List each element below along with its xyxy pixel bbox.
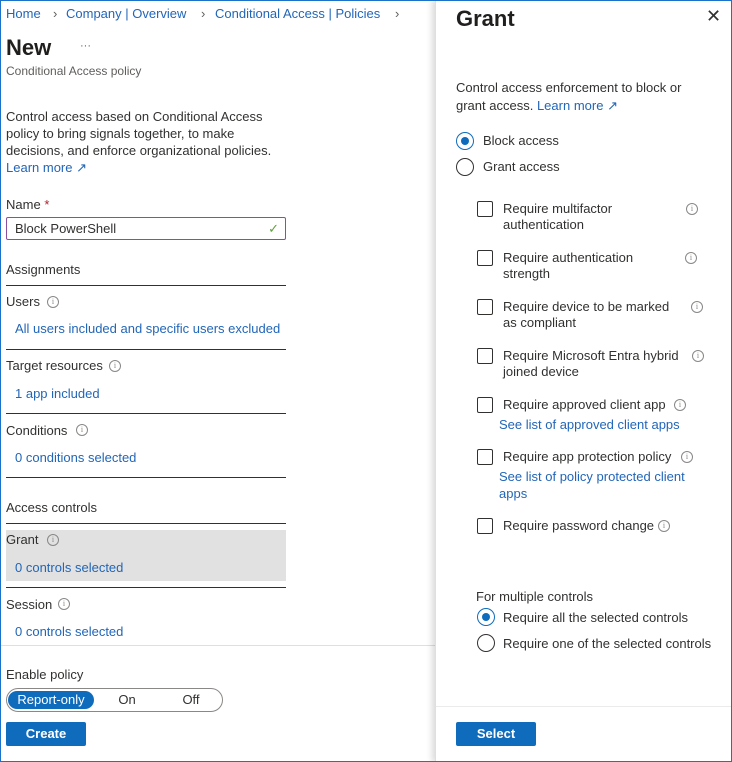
- option-off[interactable]: Off: [171, 691, 211, 709]
- more-options-button[interactable]: ···: [80, 38, 91, 55]
- users-label: Users: [6, 294, 40, 309]
- compliant-device-checkbox[interactable]: [477, 299, 493, 315]
- enable-policy-toggle: Report-only On Off: [6, 688, 223, 712]
- name-input[interactable]: Block PowerShell ✓: [6, 217, 286, 240]
- learn-more-label: Learn more: [536, 98, 604, 113]
- breadcrumb-company-overview[interactable]: Company | Overview: [66, 5, 186, 22]
- auth-strength-label-line2: strength: [503, 266, 550, 281]
- session-link[interactable]: 0 controls selected: [15, 623, 123, 640]
- description-line: decisions, and enforce organizational po…: [6, 143, 272, 158]
- protected-apps-link-line2[interactable]: apps: [499, 485, 527, 502]
- page-subtitle: Conditional Access policy: [6, 64, 142, 78]
- require-one-label: Require one of the selected controls: [503, 636, 712, 651]
- auth-strength-label: Require authentication: [503, 250, 634, 265]
- description-line: policy to bring signals together, to mak…: [6, 126, 235, 141]
- grant-access-label: Grant access: [483, 159, 560, 174]
- protected-apps-link[interactable]: See list of policy protected client: [499, 468, 685, 485]
- divider: [6, 413, 286, 414]
- password-change-label: Require password change: [503, 518, 655, 533]
- divider: [6, 477, 286, 478]
- target-resources-label: Target resources: [6, 358, 103, 373]
- approved-apps-link[interactable]: See list of approved client apps: [499, 416, 680, 433]
- conditions-label: Conditions: [6, 423, 68, 438]
- info-icon[interactable]: i: [58, 598, 70, 610]
- divider: [6, 523, 286, 524]
- grant-learn-more-link[interactable]: Learn more ↗: [537, 98, 618, 113]
- info-icon[interactable]: i: [674, 399, 686, 411]
- breadcrumb-home[interactable]: Home: [6, 5, 41, 22]
- name-label: Name *: [6, 196, 49, 213]
- option-report-only[interactable]: Report-only: [8, 691, 94, 709]
- compliant-device-label-line2: as compliant: [503, 315, 576, 330]
- require-one-radio[interactable]: [477, 634, 495, 652]
- grant-access-radio[interactable]: [456, 158, 474, 176]
- grant-link[interactable]: 0 controls selected: [15, 559, 123, 576]
- hybrid-joined-checkbox[interactable]: [477, 348, 493, 364]
- grant-panel: Grant ✕ Control access enforcement to bl…: [435, 0, 732, 762]
- learn-more-label: Learn more: [6, 160, 73, 175]
- block-access-label: Block access: [483, 133, 559, 148]
- info-icon[interactable]: i: [109, 360, 121, 372]
- info-icon[interactable]: i: [692, 350, 704, 362]
- grant-description: Control access enforcement to block or: [456, 80, 682, 95]
- grant-label: Grant: [6, 532, 39, 547]
- access-controls-heading: Access controls: [6, 500, 98, 515]
- chevron-right-icon: ›: [395, 6, 400, 21]
- auth-strength-checkbox[interactable]: [477, 250, 493, 266]
- create-button[interactable]: Create: [6, 722, 86, 746]
- block-access-radio[interactable]: [456, 132, 474, 150]
- footer-divider: [0, 645, 435, 646]
- session-label: Session: [6, 597, 53, 612]
- assignments-heading: Assignments: [6, 262, 81, 277]
- breadcrumb-ca-policies[interactable]: Conditional Access | Policies: [215, 5, 380, 22]
- name-input-value: Block PowerShell: [15, 221, 117, 236]
- footer-divider: [436, 706, 732, 707]
- multiple-controls-heading: For multiple controls: [476, 589, 594, 604]
- grant-panel-title: Grant: [456, 6, 515, 31]
- require-all-radio[interactable]: [477, 608, 495, 626]
- hybrid-joined-label-line2: joined device: [503, 364, 579, 379]
- info-icon[interactable]: i: [685, 252, 697, 264]
- chevron-right-icon: ›: [53, 6, 58, 21]
- mfa-label-line2: authentication: [503, 217, 584, 232]
- info-icon[interactable]: i: [47, 296, 59, 308]
- compliant-device-label: Require device to be marked: [503, 299, 670, 314]
- approved-app-label: Require approved client app: [503, 397, 666, 412]
- app-protection-checkbox[interactable]: [477, 449, 493, 465]
- divider: [6, 349, 286, 350]
- external-link-icon: ↗: [76, 160, 88, 175]
- enable-policy-label: Enable policy: [6, 667, 84, 682]
- users-link[interactable]: All users included and specific users ex…: [15, 320, 280, 337]
- mfa-label: Require multifactor: [503, 201, 613, 216]
- option-on[interactable]: On: [107, 691, 147, 709]
- page-title: New: [6, 35, 52, 60]
- close-icon[interactable]: ✕: [706, 7, 721, 25]
- chevron-right-icon: ›: [201, 6, 206, 21]
- app-protection-label: Require app protection policy: [503, 449, 672, 464]
- description-line: Control access based on Conditional Acce…: [6, 109, 263, 124]
- approved-app-checkbox[interactable]: [477, 397, 493, 413]
- target-resources-link[interactable]: 1 app included: [15, 385, 100, 402]
- required-indicator: *: [44, 197, 50, 212]
- hybrid-joined-label: Require Microsoft Entra hybrid: [503, 348, 679, 363]
- select-button[interactable]: Select: [456, 722, 536, 746]
- conditions-link[interactable]: 0 conditions selected: [15, 449, 136, 466]
- name-label-text: Name: [6, 197, 41, 212]
- learn-more-link[interactable]: Learn more ↗: [6, 159, 87, 176]
- grant-description-line2: grant access. Learn more ↗: [456, 97, 618, 114]
- grant-description-text: grant access.: [456, 98, 534, 113]
- info-icon[interactable]: i: [76, 424, 88, 436]
- require-all-label: Require all the selected controls: [503, 610, 688, 625]
- info-icon[interactable]: i: [47, 534, 59, 546]
- info-icon[interactable]: i: [686, 203, 698, 215]
- external-link-icon: ↗: [607, 98, 618, 113]
- info-icon[interactable]: i: [658, 520, 670, 532]
- mfa-checkbox[interactable]: [477, 201, 493, 217]
- divider: [6, 587, 286, 588]
- password-change-checkbox[interactable]: [477, 518, 493, 534]
- divider: [6, 285, 286, 286]
- checkmark-icon: ✓: [268, 221, 279, 236]
- info-icon[interactable]: i: [681, 451, 693, 463]
- info-icon[interactable]: i: [691, 301, 703, 313]
